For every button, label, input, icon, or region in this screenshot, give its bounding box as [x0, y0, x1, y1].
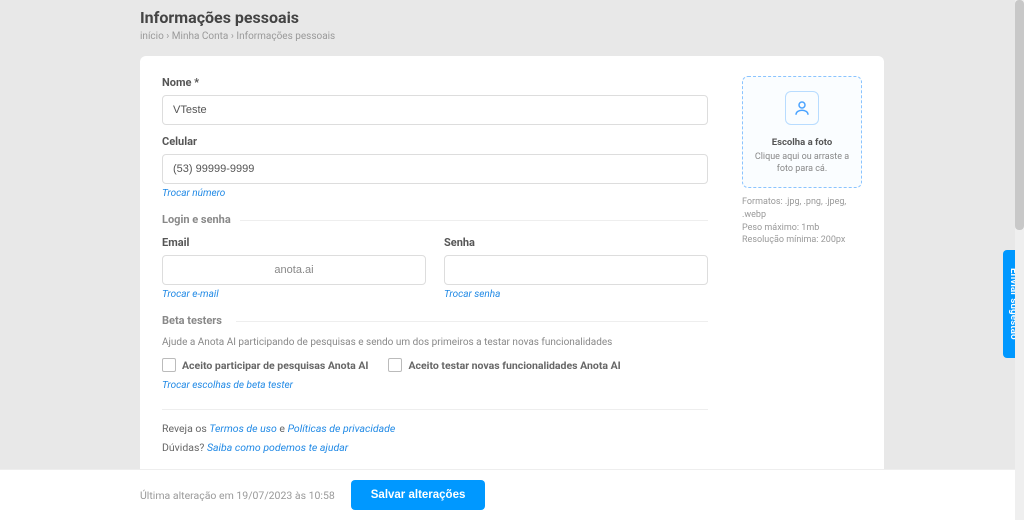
footer-bar: Última alteração em 19/07/2023 às 10:58 … [0, 469, 1024, 520]
checkbox-pesquisas[interactable] [162, 358, 176, 372]
breadcrumb-root[interactable]: início [140, 31, 164, 42]
help-line: Dúvidas? Saiba como podemos te ajudar [162, 441, 708, 454]
change-email-link[interactable]: Trocar e-mail [162, 289, 219, 300]
celular-label: Celular [162, 135, 708, 148]
upload-subtitle: Clique aqui ou arraste a foto para cá. [751, 152, 853, 175]
email-input[interactable] [162, 255, 426, 285]
save-button[interactable]: Salvar alterações [351, 480, 486, 510]
checkbox-pesquisas-label: Aceito participar de pesquisas Anota AI [182, 359, 368, 372]
upload-hints: Formatos: .jpg, .png, .jpeg, .webp Peso … [742, 196, 862, 246]
breadcrumb: início › Minha Conta › Informações pesso… [140, 31, 884, 42]
checkbox-funcionalidades-label: Aceito testar novas funcionalidades Anot… [408, 359, 620, 372]
email-label: Email [162, 236, 426, 249]
change-number-link[interactable]: Trocar número [162, 188, 225, 199]
beta-helper: Ajude a Anota AI participando de pesquis… [162, 337, 708, 348]
name-label: Nome * [162, 76, 708, 89]
upload-title: Escolha a foto [751, 137, 853, 148]
help-link[interactable]: Saiba como podemos te ajudar [207, 441, 348, 454]
terms-link[interactable]: Termos de uso [209, 422, 276, 435]
senha-input[interactable] [444, 255, 708, 285]
scrollbar-thumb[interactable] [1015, 0, 1024, 230]
celular-input[interactable] [162, 154, 708, 184]
senha-label: Senha [444, 236, 708, 249]
last-change-text: Última alteração em 19/07/2023 às 10:58 [140, 489, 335, 502]
login-legend: Login e senha [162, 213, 708, 226]
breadcrumb-sep: › [231, 31, 234, 42]
breadcrumb-sep: › [166, 31, 169, 42]
person-icon [785, 91, 819, 125]
change-senha-link[interactable]: Trocar senha [444, 289, 500, 300]
privacy-link[interactable]: Políticas de privacidade [288, 422, 396, 435]
beta-legend: Beta testers [162, 314, 708, 327]
name-input[interactable] [162, 95, 708, 125]
breadcrumb-current: Informações pessoais [236, 31, 335, 42]
divider [162, 409, 708, 410]
breadcrumb-account[interactable]: Minha Conta [172, 31, 229, 42]
change-beta-link[interactable]: Trocar escolhas de beta tester [162, 380, 293, 391]
scrollbar[interactable] [1015, 0, 1024, 520]
page-title: Informações pessoais [140, 8, 884, 27]
checkbox-funcionalidades[interactable] [388, 358, 402, 372]
review-line: Reveja os Termos de uso e Políticas de p… [162, 422, 708, 435]
content-card: Nome * Celular Trocar número Login e sen… [140, 56, 884, 480]
photo-upload-box[interactable]: Escolha a foto Clique aqui ou arraste a … [742, 76, 862, 188]
